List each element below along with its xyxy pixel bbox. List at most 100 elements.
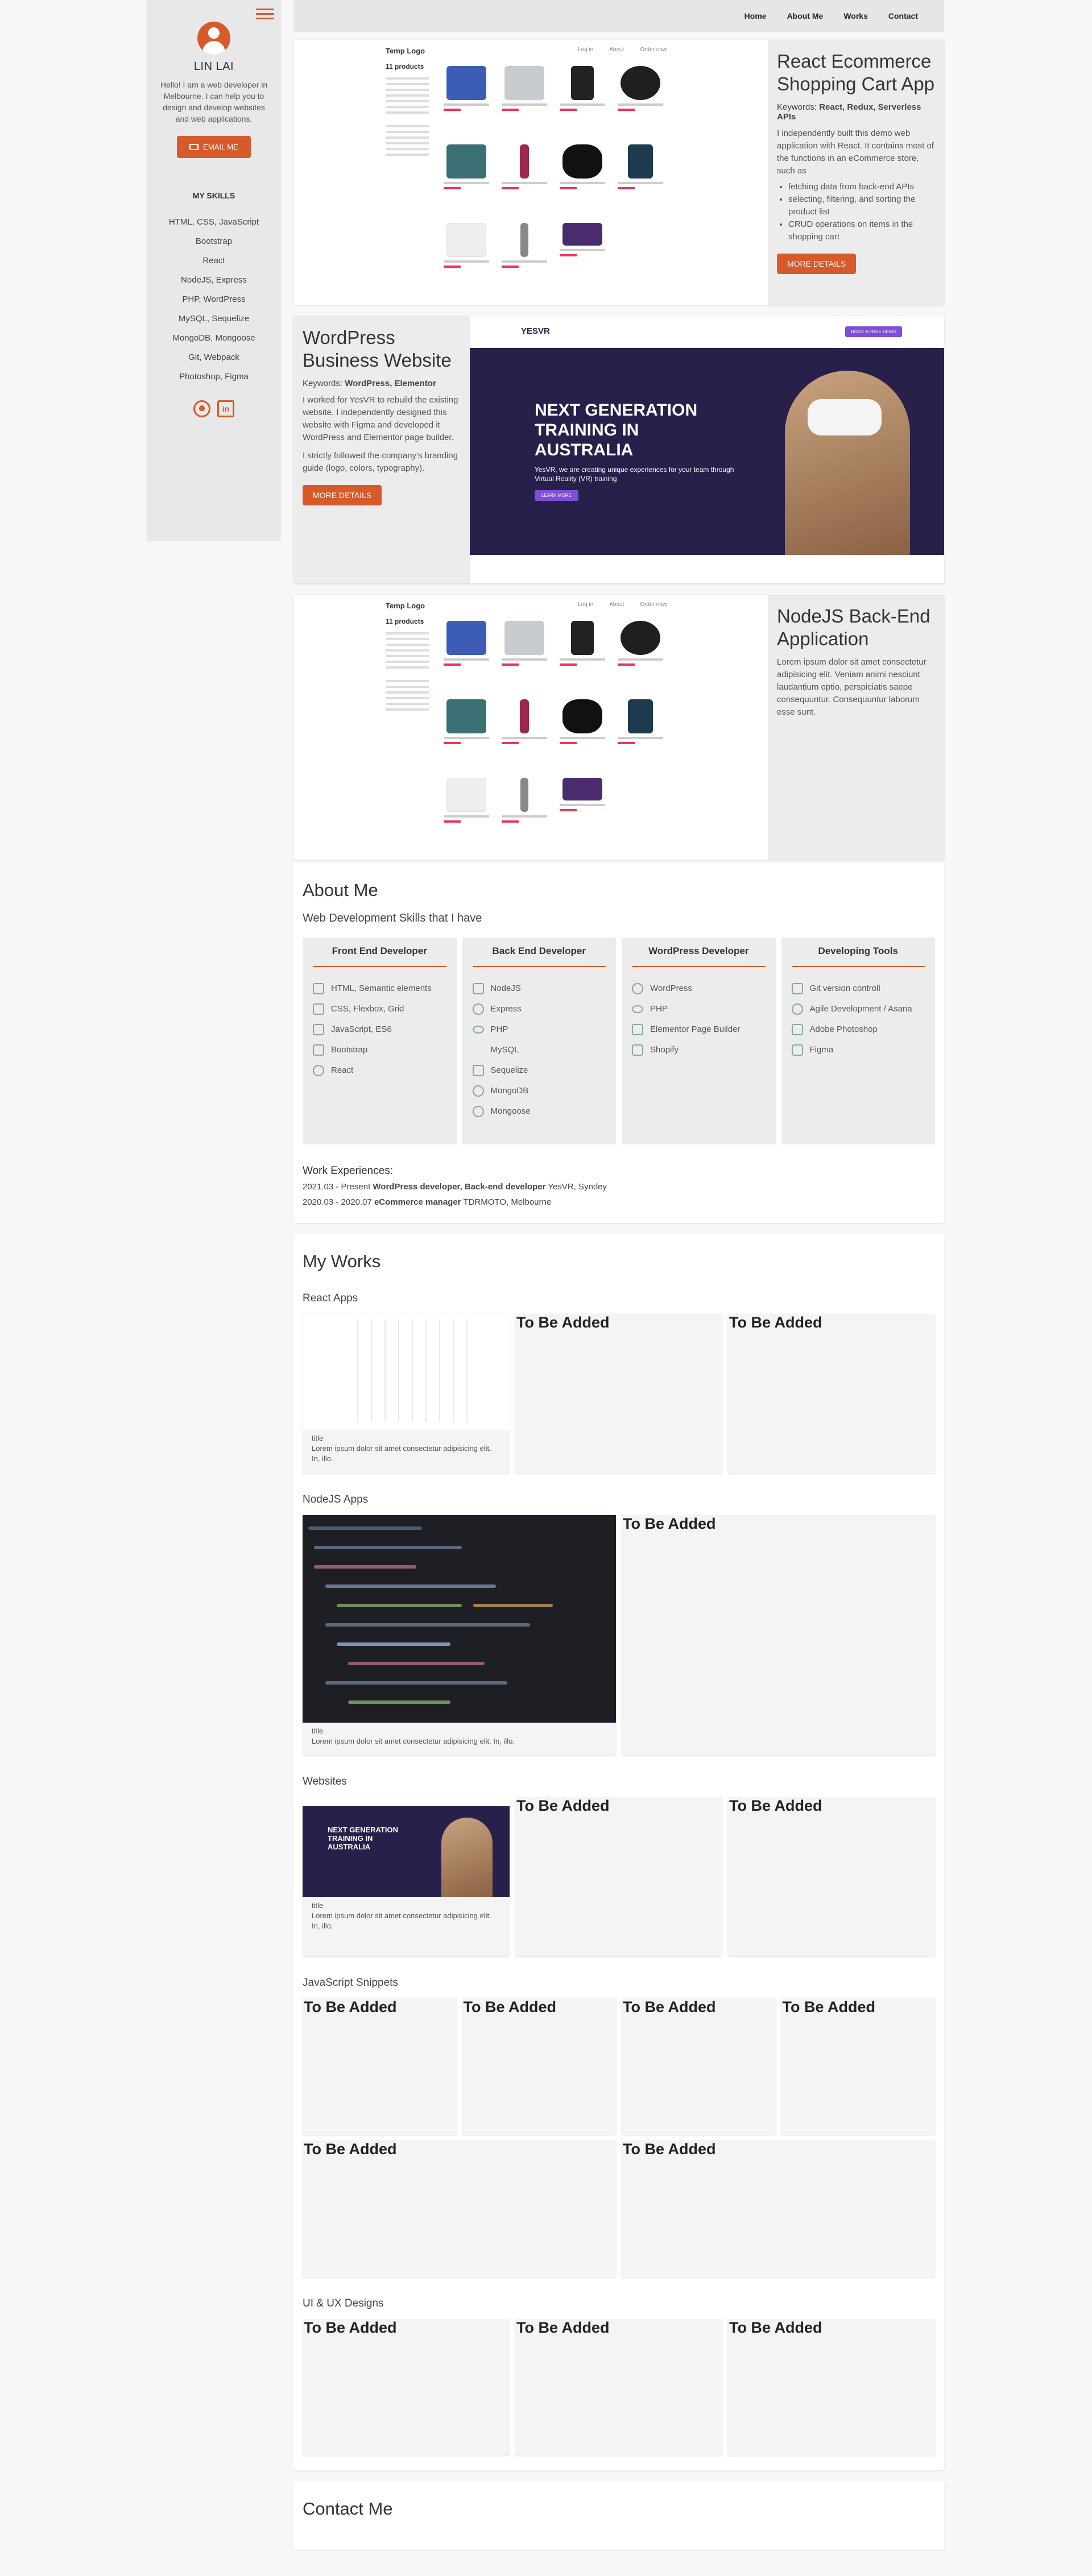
product-card (499, 774, 549, 824)
figma-icon (791, 1044, 803, 1056)
shop-product-grid (441, 617, 665, 824)
nav-contact[interactable]: Contact (888, 11, 918, 20)
works-row: To Be Added To Be Added To Be Added (303, 2319, 935, 2455)
work-thumbnail (303, 1314, 510, 1430)
work-card-placeholder: To Be Added (515, 2319, 722, 2455)
shop-filters (386, 74, 429, 159)
product-card (441, 774, 491, 824)
skill-entry: Sequelize (472, 1060, 606, 1081)
linkedin-icon[interactable]: in (217, 400, 234, 417)
work-card-placeholder: To Be Added (303, 1998, 457, 2135)
works-title: My Works (303, 1251, 381, 1271)
project-description: Lorem ipsum dolor sit amet consectetur a… (777, 657, 926, 717)
menu-toggle-icon[interactable] (256, 6, 274, 20)
works-row: To Be Added To Be Added To Be Added To B… (303, 1998, 935, 2135)
skill-entry: Git version controll (791, 978, 925, 999)
product-card (557, 617, 607, 667)
more-details-button[interactable]: MORE DETAILS (303, 485, 382, 505)
product-card (441, 617, 491, 667)
project-wordpress-site: WordPress Business Website Keywords: Wor… (293, 316, 944, 583)
project-info: React Ecommerce Shopping Cart App Keywor… (768, 40, 944, 305)
nav-about[interactable]: About Me (787, 11, 824, 20)
project-keywords: Keywords: React, Redux, Serverless APIs (777, 102, 921, 122)
project-keywords: Keywords: WordPress, Elementor (303, 379, 436, 388)
skill-entry: PHP (632, 999, 766, 1019)
skill-entry: NodeJS (472, 978, 606, 999)
project-info: NodeJS Back-End Application Lorem ipsum … (768, 595, 944, 860)
shop-links: Log in About Order now (578, 602, 667, 608)
work-card-placeholder: To Be Added (515, 1797, 722, 1956)
skill-entry: WordPress (632, 978, 766, 999)
skill-column-backend: Back End Developer NodeJS Express PHP My… (462, 938, 616, 1144)
skill-item: MySQL, Sequelize (178, 314, 250, 323)
skill-item: PHP, WordPress (182, 294, 246, 304)
mongoose-icon (472, 1106, 484, 1117)
skill-list: HTML, CSS, JavaScript Bootstrap React No… (147, 213, 281, 387)
code-thumbnail (303, 1515, 616, 1723)
work-card-placeholder: To Be Added (515, 1314, 722, 1473)
product-card (441, 141, 491, 191)
skill-item: React (202, 256, 225, 266)
email-button[interactable]: EMAIL ME (177, 136, 251, 158)
work-card-placeholder: To Be Added (728, 1314, 935, 1473)
work-card[interactable]: title Lorem ipsum dolor sit amet consecte… (303, 1314, 510, 1473)
project-title: WordPress Business Website (303, 327, 452, 371)
feature-item: fetching data from back-end APIs (788, 181, 935, 193)
skill-entry: Express (472, 999, 606, 1019)
shop-link: Order now (640, 47, 667, 53)
skill-entry: Bootstrap (313, 1040, 446, 1060)
project-title: NodeJS Back-End Application (777, 605, 930, 649)
work-card-placeholder: To Be Added (462, 1998, 616, 2135)
project-react-ecommerce: Temp Logo 11 products Log in About Order… (293, 40, 944, 305)
shop-logo: Temp Logo (386, 47, 425, 55)
javascript-icon (313, 1024, 324, 1035)
asana-icon (791, 1003, 803, 1015)
react-icon (313, 1065, 324, 1076)
yesvr-hero: NEXT GENERATION TRAINING IN AUSTRALIA Ye… (470, 348, 944, 555)
works-row: To Be Added To Be Added (303, 2141, 935, 2277)
work-card-placeholder: To Be Added (781, 1998, 935, 2135)
shop-link: Log in (578, 602, 594, 608)
yesvr-screenshot: YESVR BOOK A FREE DEMO NEXT GENERATION T… (470, 316, 944, 583)
elementor-icon (632, 1024, 643, 1035)
project-description: I independently built this demo web appl… (777, 128, 934, 176)
git-icon (791, 983, 803, 994)
yesvr-logo: YESVR (521, 326, 550, 336)
work-card[interactable]: NEXT GENERATION TRAINING IN AUSTRALIA titl… (303, 1797, 510, 1956)
skill-entry: CSS, Flexbox, Grid (313, 999, 446, 1019)
product-card (557, 774, 607, 824)
yesvr-demo-button: BOOK A FREE DEMO (845, 326, 902, 337)
skill-entry: PHP (472, 1019, 606, 1040)
product-card (441, 63, 491, 113)
main-content: Home About Me Works Contact Temp Logo 11… (293, 0, 944, 2550)
skill-entry: MongoDB (472, 1081, 606, 1101)
work-card-placeholder: To Be Added (728, 1797, 935, 1956)
work-card-placeholder: To Be Added (303, 2141, 616, 2277)
shop-product-count: 11 products (386, 617, 424, 625)
skills-title: MY SKILLS (192, 191, 235, 200)
shop-links: Log in About Order now (578, 47, 667, 53)
project-description: I worked for YesVR to rebuild the existi… (303, 395, 458, 442)
product-card (499, 696, 549, 746)
skill-entry: Elementor Page Builder (632, 1019, 766, 1040)
mysql-icon (473, 1044, 484, 1056)
experience-item: 2020.03 - 2020.07 eCommerce manager TDRM… (303, 1197, 552, 1207)
nav-home[interactable]: Home (744, 11, 767, 20)
skill-column-title: Developing Tools (791, 945, 925, 967)
github-icon[interactable] (193, 400, 210, 417)
shop-screenshot: Temp Logo 11 products Log in About Order… (293, 595, 768, 860)
shop-logo: Temp Logo (386, 602, 425, 610)
skill-entry: HTML, Semantic elements (313, 978, 446, 999)
product-card (557, 219, 607, 269)
product-card (615, 63, 665, 113)
nav-works[interactable]: Works (843, 11, 868, 20)
project-description: I strictly followed the company's brandi… (303, 451, 458, 473)
yesvr-header: YESVR BOOK A FREE DEMO (470, 316, 944, 348)
project-feature-list: fetching data from back-end APIs selecti… (788, 181, 935, 243)
more-details-button[interactable]: MORE DETAILS (777, 254, 857, 274)
work-card[interactable]: title Lorem ipsum dolor sit amet consecte… (303, 1515, 616, 1755)
work-card-placeholder: To Be Added (622, 2141, 935, 2277)
skill-entry: React (313, 1060, 446, 1081)
skill-item: NodeJS, Express (181, 275, 247, 285)
skill-item: MongoDB, Mongoose (172, 333, 255, 343)
